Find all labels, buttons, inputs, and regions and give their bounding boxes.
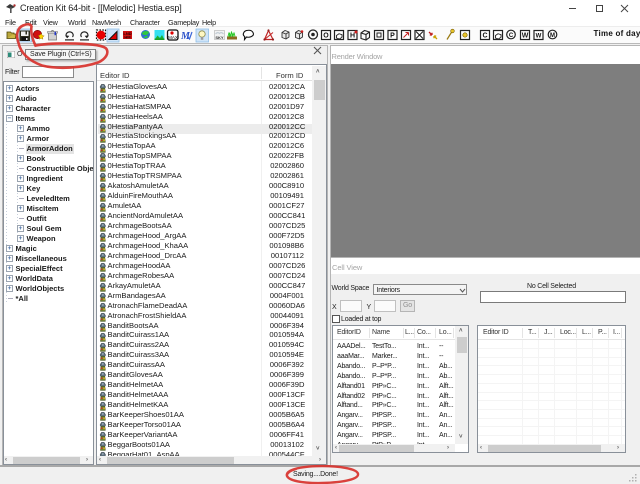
svg-text:H: H: [350, 33, 355, 40]
svg-text:P: P: [390, 33, 395, 40]
svg-text:MAX: MAX: [168, 35, 178, 40]
svg-text:C: C: [509, 33, 514, 39]
svg-text:C: C: [482, 33, 487, 40]
svg-text:M: M: [180, 31, 191, 42]
svg-text:SKY: SKY: [215, 35, 224, 40]
svg-text:HM: HM: [124, 35, 131, 40]
svg-text:O: O: [323, 33, 329, 40]
svg-text:W: W: [536, 34, 542, 40]
svg-text:M: M: [550, 33, 555, 39]
svg-text:W: W: [522, 33, 529, 40]
